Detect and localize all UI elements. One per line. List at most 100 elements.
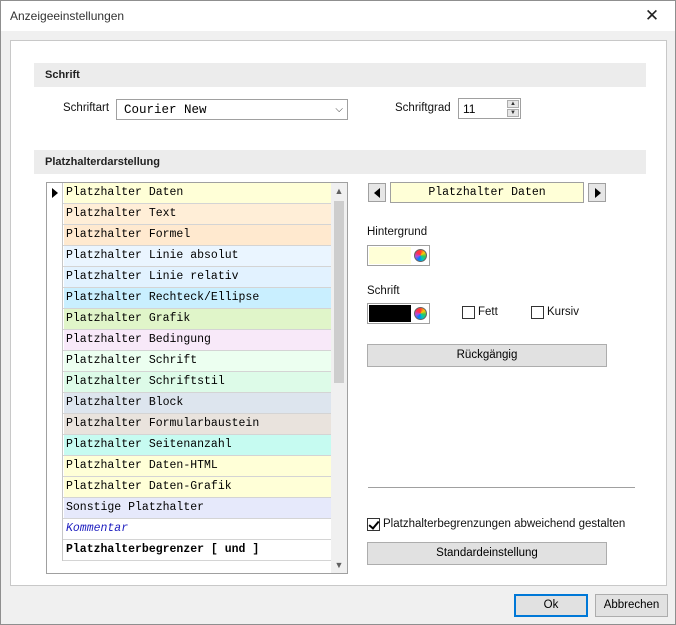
placeholder-preview: Platzhalter Daten [390, 182, 584, 203]
row-indicator [47, 498, 63, 519]
row-indicator [47, 477, 63, 498]
list-item-label: Platzhalter Bedingung [64, 330, 333, 350]
schriftart-combobox[interactable]: Courier New ⌵ [116, 99, 348, 120]
list-item[interactable]: Platzhalter Daten-Grafik [47, 477, 333, 498]
hintergrund-color-swatch [369, 247, 411, 264]
chevron-down-icon: ⌵ [335, 104, 343, 115]
begrenzungen-checkbox[interactable] [367, 518, 380, 531]
begrenzungen-label: Platzhalterbegrenzungen abweichend gesta… [383, 518, 626, 530]
list-item[interactable]: Platzhalter Daten-HTML [47, 456, 333, 477]
section-header-platzhalter: Platzhalterdarstellung [34, 150, 646, 174]
list-item-label: Platzhalter Formularbaustein [64, 414, 333, 434]
color-wheel-icon [414, 307, 427, 320]
list-item-label: Platzhalter Linie absolut [64, 246, 333, 266]
list-item[interactable]: Kommentar [47, 519, 333, 540]
list-item-label: Platzhalter Schriftstil [64, 372, 333, 392]
fett-checkbox[interactable] [462, 306, 475, 319]
kursiv-checkbox[interactable] [531, 306, 544, 319]
list-item[interactable]: Platzhalter Seitenanzahl [47, 435, 333, 456]
schriftart-label: Schriftart [63, 102, 110, 114]
schriftgrad-value: 11 [463, 102, 476, 116]
current-row-arrow-icon [52, 188, 58, 198]
scroll-thumb[interactable] [334, 201, 344, 383]
row-indicator [47, 372, 63, 393]
list-item-label: Platzhalter Linie relativ [64, 267, 333, 287]
list-item-label: Platzhalter Schrift [64, 351, 333, 371]
list-item[interactable]: Platzhalter Bedingung [47, 330, 333, 351]
spin-down-button[interactable]: ▼ [507, 109, 519, 117]
next-placeholder-button[interactable] [588, 183, 606, 202]
title-bar: Anzeigeeinstellungen ✕ [1, 1, 675, 31]
list-item[interactable]: Platzhalter Grafik [47, 309, 333, 330]
cancel-button[interactable]: Abbrechen [595, 594, 668, 617]
row-indicator [47, 519, 63, 540]
row-indicator [47, 330, 63, 351]
list-item[interactable]: Platzhalter Daten [47, 183, 333, 204]
list-item[interactable]: Platzhalter Schriftstil [47, 372, 333, 393]
row-indicator [47, 414, 63, 435]
list-item[interactable]: Platzhalter Formel [47, 225, 333, 246]
row-indicator [47, 183, 63, 204]
rueckgaengig-button[interactable]: Rückgängig [367, 344, 607, 367]
ok-button[interactable]: Ok [514, 594, 588, 617]
dialog-content: Schrift Schriftart Courier New ⌵ Schrift… [10, 40, 667, 586]
row-indicator [47, 309, 63, 330]
row-indicator [47, 540, 63, 561]
row-indicator [47, 393, 63, 414]
list-item[interactable]: Platzhalter Formularbaustein [47, 414, 333, 435]
list-item[interactable]: Platzhalter Text [47, 204, 333, 225]
platzhalter-list-rows: Platzhalter Daten Platzhalter Text Platzha… [47, 183, 333, 561]
list-item-label: Platzhalter Seitenanzahl [64, 435, 333, 455]
dialog-window: Anzeigeeinstellungen ✕ Schrift Schriftar… [0, 0, 676, 625]
arrow-right-icon [595, 188, 601, 198]
row-indicator [47, 204, 63, 225]
schriftart-value: Courier New [124, 103, 207, 117]
row-indicator [47, 267, 63, 288]
list-item-label: Platzhalter Daten-HTML [64, 456, 333, 476]
window-title: Anzeigeeinstellungen [10, 9, 125, 23]
row-indicator [47, 456, 63, 477]
list-item[interactable]: Platzhalterbegrenzer [ und ] [47, 540, 333, 561]
schriftgrad-label: Schriftgrad [395, 102, 451, 114]
list-item[interactable]: Platzhalter Schrift [47, 351, 333, 372]
list-item[interactable]: Sonstige Platzhalter [47, 498, 333, 519]
schriftgrad-spinbox[interactable]: 11 ▲ ▼ [458, 98, 521, 119]
schrift-color-swatch [369, 305, 411, 322]
list-item-label: Platzhalter Rechteck/Ellipse [64, 288, 333, 308]
vertical-scrollbar[interactable]: ▲ ▼ [331, 183, 347, 573]
spin-up-button[interactable]: ▲ [507, 100, 519, 108]
scroll-down-icon[interactable]: ▼ [331, 557, 347, 573]
platzhalter-list[interactable]: Platzhalter Daten Platzhalter Text Platzha… [46, 182, 348, 574]
list-item-label: Sonstige Platzhalter [64, 498, 333, 518]
hintergrund-label: Hintergrund [367, 226, 428, 238]
list-item-label: Platzhalter Text [64, 204, 333, 224]
arrow-left-icon [374, 188, 380, 198]
list-item-label: Platzhalter Formel [64, 225, 333, 245]
list-item[interactable]: Platzhalter Linie relativ [47, 267, 333, 288]
schrift-color-label: Schrift [367, 285, 400, 297]
hintergrund-color-picker[interactable] [367, 245, 430, 266]
kursiv-label: Kursiv [547, 306, 579, 318]
list-item-label: Platzhalter Daten [64, 183, 333, 203]
row-indicator [47, 288, 63, 309]
close-button[interactable]: ✕ [629, 1, 675, 31]
list-item[interactable]: Platzhalter Rechteck/Ellipse [47, 288, 333, 309]
section-header-schrift: Schrift [34, 63, 646, 87]
scroll-up-icon[interactable]: ▲ [331, 183, 347, 199]
separator [368, 487, 635, 488]
standardeinstellung-button[interactable]: Standardeinstellung [367, 542, 607, 565]
list-item-label: Platzhalter Daten-Grafik [64, 477, 333, 497]
list-item[interactable]: Platzhalter Linie absolut [47, 246, 333, 267]
list-item-label: Platzhalter Block [64, 393, 333, 413]
schrift-color-picker[interactable] [367, 303, 430, 324]
list-item[interactable]: Platzhalter Block [47, 393, 333, 414]
row-indicator [47, 351, 63, 372]
row-indicator [47, 225, 63, 246]
list-item-label: Kommentar [64, 519, 333, 539]
fett-label: Fett [478, 306, 498, 318]
row-indicator [47, 435, 63, 456]
color-wheel-icon [414, 249, 427, 262]
row-indicator [47, 246, 63, 267]
list-item-label: Platzhalter Grafik [64, 309, 333, 329]
previous-placeholder-button[interactable] [368, 183, 386, 202]
